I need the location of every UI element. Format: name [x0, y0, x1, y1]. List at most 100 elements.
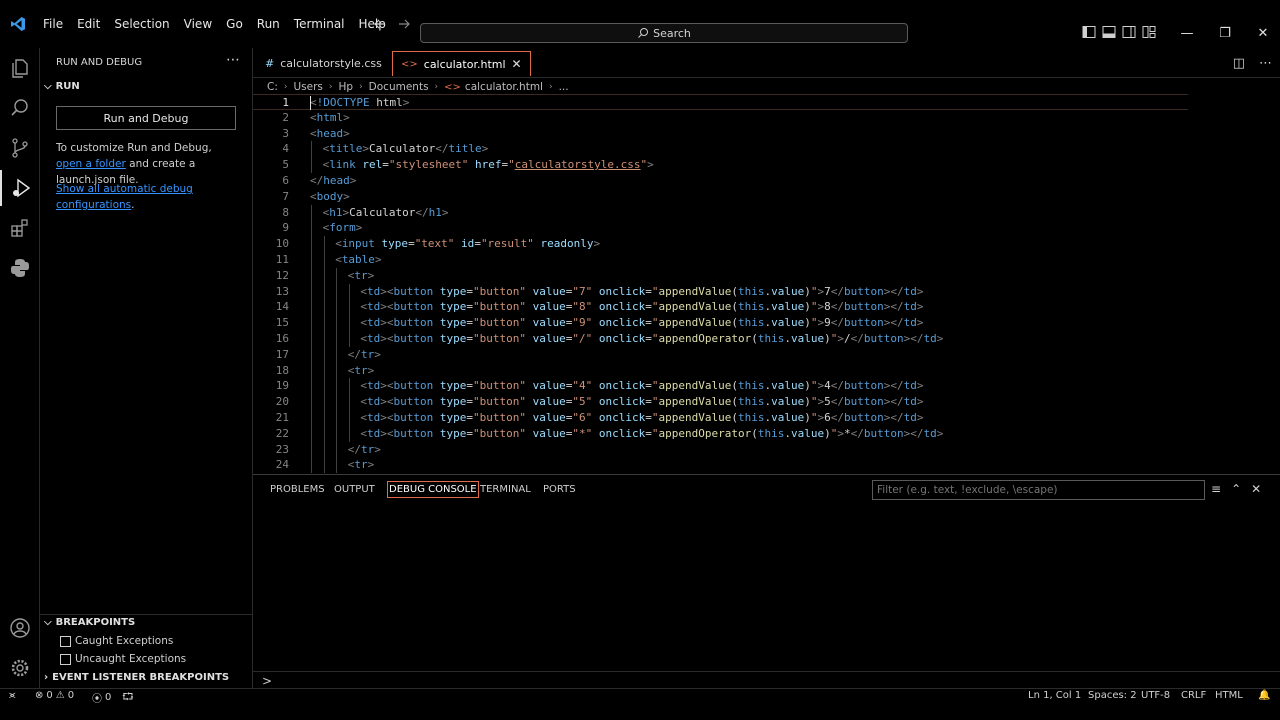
tab-debug-console[interactable]: DEBUG CONSOLE — [387, 481, 479, 498]
menu-run[interactable]: Run — [250, 0, 287, 48]
menu-file[interactable]: File — [36, 0, 70, 48]
run-and-debug-button[interactable]: Run and Debug — [56, 106, 236, 130]
code-line[interactable]: 24 <tr> — [253, 457, 1193, 474]
line-number[interactable]: 20 — [253, 394, 289, 410]
code-line[interactable]: 19 <td><button type="button" value="4" on… — [253, 378, 1193, 395]
forward-arrow-icon[interactable] — [396, 16, 412, 32]
toggle-secondary-sidebar-icon[interactable] — [1122, 25, 1136, 39]
menu-edit[interactable]: Edit — [70, 0, 107, 48]
more-actions-icon[interactable]: ⋯ — [1259, 56, 1272, 71]
breadcrumb-documents[interactable]: Documents — [369, 81, 429, 93]
line-number[interactable]: 11 — [253, 252, 289, 268]
indentation[interactable]: Spaces: 2 — [1088, 690, 1137, 701]
menu-terminal[interactable]: Terminal — [287, 0, 352, 48]
python-icon[interactable] — [0, 250, 40, 286]
breadcrumb-symbol[interactable]: ... — [559, 81, 569, 93]
notifications-bell-icon[interactable]: 🔔 — [1258, 690, 1270, 701]
tab-ports[interactable]: PORTS — [543, 484, 576, 495]
search-sidebar-icon[interactable] — [0, 90, 40, 126]
line-number[interactable]: 10 — [253, 236, 289, 252]
code-line[interactable]: 16 <td><button type="button" value="/" on… — [253, 331, 1193, 347]
code-editor[interactable]: 1 <!DOCTYPE html> 2 <html> 3 <head> 4 <title>Ca… — [253, 94, 1280, 474]
code-line[interactable]: 10 <input type="text" id="result" readonl… — [253, 236, 1193, 253]
menu-go[interactable]: Go — [219, 0, 250, 48]
caught-exceptions-checkbox[interactable] — [60, 635, 71, 647]
run-section-header[interactable]: ⌵ RUN — [44, 81, 80, 92]
event-listener-section-header[interactable]: › EVENT LISTENER BREAKPOINTS — [44, 672, 229, 683]
extensions-icon[interactable] — [0, 210, 40, 246]
code-line[interactable]: 20 <td><button type="button" value="5" on… — [253, 394, 1193, 411]
code-line[interactable]: 2 <html> — [253, 110, 1193, 126]
customize-layout-icon[interactable] — [1142, 25, 1156, 39]
tab-output[interactable]: OUTPUT — [334, 484, 375, 495]
ports-status[interactable]: ⦿ 0 — [92, 690, 111, 705]
maximize-panel-icon[interactable]: ⌃ — [1231, 482, 1241, 496]
code-line[interactable]: 7 <body> — [253, 189, 1193, 205]
breadcrumb-file[interactable]: calculator.html — [465, 81, 543, 93]
tab-terminal[interactable]: TERMINAL — [480, 484, 531, 495]
breadcrumb-hp[interactable]: Hp — [339, 81, 354, 93]
code-line[interactable]: 18 <tr> — [253, 362, 1193, 379]
debug-console-filter-input[interactable] — [872, 480, 1205, 500]
uncaught-exceptions-checkbox[interactable] — [60, 653, 71, 665]
code-line[interactable]: 6 </head> — [253, 173, 1193, 189]
code-line[interactable]: 21 <td><button type="button" value="6" on… — [253, 410, 1193, 426]
toggle-primary-sidebar-icon[interactable] — [1082, 25, 1096, 39]
more-actions-icon[interactable]: ⋯ — [226, 52, 240, 68]
problems-status[interactable]: ⊗ 0 ⚠ 0 — [35, 690, 74, 701]
code-line[interactable]: 3 <head> — [253, 126, 1193, 142]
line-number[interactable]: 21 — [253, 410, 289, 426]
minimize-icon[interactable]: — — [1168, 22, 1206, 44]
code-line[interactable]: 4 <title>Calculator</title> — [253, 141, 1193, 158]
menu-selection[interactable]: Selection — [107, 0, 176, 48]
line-number[interactable]: 7 — [253, 189, 289, 205]
code-line[interactable]: 13 <td><button type="button" value="7" on… — [253, 283, 1193, 300]
tab-calculator-html[interactable]: <> calculator.html ✕ — [392, 51, 531, 76]
line-number[interactable]: 22 — [253, 426, 289, 442]
line-number[interactable]: 13 — [253, 284, 289, 300]
code-line[interactable]: 9 <form> — [253, 220, 1193, 237]
code-line[interactable]: 5 <link rel="stylesheet" href="calculator… — [253, 157, 1193, 174]
code-line[interactable]: 14 <td><button type="button" value="8" on… — [253, 299, 1193, 316]
tab-problems[interactable]: PROBLEMS — [270, 484, 325, 495]
breakpoint-uncaught-exceptions[interactable]: Uncaught Exceptions — [60, 653, 186, 665]
back-arrow-icon[interactable] — [372, 16, 388, 32]
breakpoint-caught-exceptions[interactable]: Caught Exceptions — [60, 635, 173, 647]
line-number[interactable]: 18 — [253, 363, 289, 379]
code-line[interactable]: 17 </tr> — [253, 346, 1193, 363]
line-number[interactable]: 14 — [253, 299, 289, 315]
breakpoints-section-header[interactable]: ⌵ BREAKPOINTS — [44, 617, 135, 628]
line-number[interactable]: 19 — [253, 378, 289, 394]
restore-icon[interactable]: ❐ — [1206, 22, 1244, 44]
code-line[interactable]: 8 <h1>Calculator</h1> — [253, 204, 1193, 221]
language-mode[interactable]: HTML — [1215, 690, 1243, 701]
settings-gear-icon[interactable] — [0, 650, 40, 686]
line-number[interactable]: 3 — [253, 126, 289, 142]
code-line[interactable]: 11 <table> — [253, 252, 1193, 268]
line-number[interactable]: 1 — [253, 95, 289, 111]
line-number[interactable]: 6 — [253, 173, 289, 189]
debug-launch-icon[interactable]: ⮔ — [122, 690, 134, 707]
close-panel-icon[interactable]: ✕ — [1251, 482, 1261, 496]
code-line[interactable]: 12 <tr> — [253, 267, 1193, 284]
accounts-icon[interactable] — [0, 610, 40, 646]
tab-calculatorstyle-css[interactable]: # calculatorstyle.css — [257, 51, 390, 76]
code-line[interactable]: 15 <td><button type="button" value="9" on… — [253, 315, 1193, 332]
code-line[interactable]: 22 <td><button type="button" value="*" on… — [253, 425, 1193, 442]
command-center-search[interactable]: Search — [420, 23, 908, 43]
show-debug-configurations-link[interactable]: Show all automatic debug configurations — [56, 183, 193, 211]
line-number[interactable]: 5 — [253, 157, 289, 173]
split-editor-icon[interactable]: ◫ — [1233, 56, 1245, 71]
close-window-icon[interactable]: ✕ — [1244, 22, 1280, 44]
remote-indicator-icon[interactable]: ⪤ — [9, 690, 16, 701]
line-number[interactable]: 24 — [253, 457, 289, 473]
menu-view[interactable]: View — [177, 0, 219, 48]
explorer-icon[interactable] — [0, 50, 40, 86]
encoding[interactable]: UTF-8 — [1141, 690, 1170, 701]
open-folder-link[interactable]: open a folder — [56, 158, 126, 170]
breadcrumb-users[interactable]: Users — [293, 81, 322, 93]
close-tab-icon[interactable]: ✕ — [512, 57, 522, 71]
line-number[interactable]: 16 — [253, 331, 289, 347]
source-control-icon[interactable] — [0, 130, 40, 166]
cursor-position[interactable]: Ln 1, Col 1 — [1028, 690, 1081, 701]
